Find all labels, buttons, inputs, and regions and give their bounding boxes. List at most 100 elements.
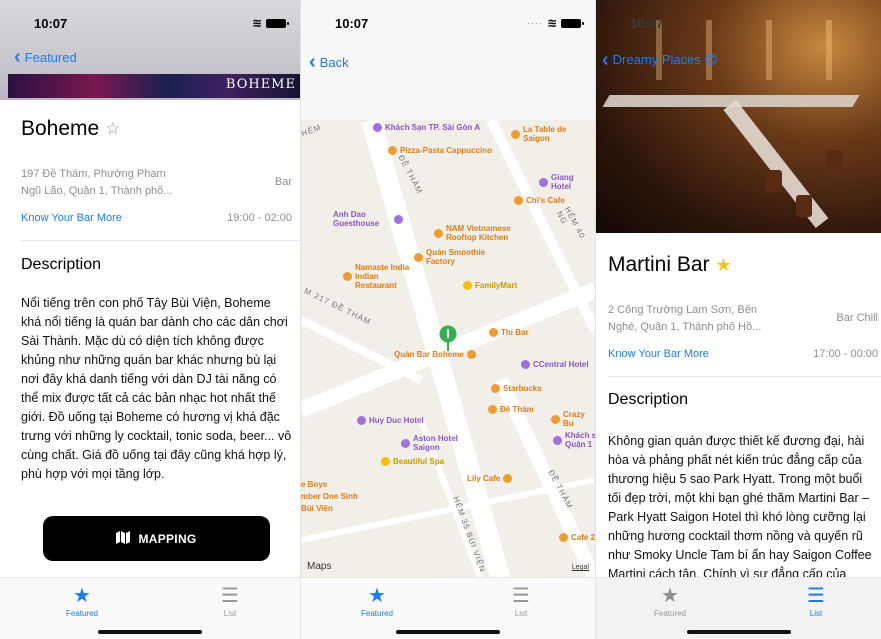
favorite-star-icon[interactable]: ☆ [105, 119, 120, 139]
favorite-star-icon[interactable]: ★ [716, 255, 732, 276]
divider [608, 376, 881, 377]
tab-featured-label: Featured [653, 609, 687, 618]
poi-smoothie[interactable]: Quán Smoothie Factory [414, 248, 504, 266]
poi-de-tham[interactable]: Đề Thám [488, 405, 534, 414]
poi-label: Đề Thám [500, 405, 534, 414]
poi-label: Crazy Bu [563, 410, 585, 428]
poi-cafe-2[interactable]: Cafe 2 [559, 533, 595, 542]
poi-khach-s-q1[interactable]: Khách s Quận 1 [553, 431, 595, 449]
poi-crazy-bu[interactable]: Crazy Bu [551, 410, 595, 428]
address-line-1: 2 Công Trường Lam Sơn, Bến [608, 304, 757, 316]
tab-featured-label: Featured [360, 609, 394, 618]
poi-label: Lily Cafe [467, 474, 501, 483]
poi-label: Namaste India Indian Restaurant [355, 263, 410, 290]
tab-list-label: List [514, 609, 528, 618]
restaurant-icon [488, 405, 497, 414]
cafe-icon [559, 533, 568, 542]
legal-link[interactable]: Legal [572, 564, 589, 571]
poi-label: Pizza-Pasta Cappuccino [400, 146, 493, 155]
description-heading: Description [608, 391, 689, 408]
restaurant-icon [511, 129, 520, 139]
poi-label: Anh Dao Guesthouse [333, 210, 380, 228]
title-row: Martini Bar ★ [608, 253, 732, 277]
poi-beautiful-spa[interactable]: Beautiful Spa [381, 457, 444, 466]
poi-thi-bar[interactable]: Thi Bar [489, 328, 529, 337]
status-time: 10:07 [630, 16, 664, 31]
status-bar: 10:07 [596, 0, 881, 44]
restaurant-icon [414, 252, 423, 262]
photo-detail [766, 170, 782, 192]
tab-list-label: List [809, 609, 823, 618]
map-view[interactable]: Khách Sạn TP. Sài Gòn A Pizza-Pasta Capp… [301, 120, 595, 580]
tab-featured[interactable]: ★ Featured [630, 584, 710, 618]
poi-label: Chi's Cafe [526, 196, 565, 205]
mapping-label: MAPPING [138, 531, 197, 546]
poi-quan-bar-boheme[interactable]: Quán Bar Boheme [394, 350, 476, 359]
poi-anh-dao[interactable]: Anh Dao Guesthouse [333, 210, 403, 228]
status-icons: ≋ [252, 16, 289, 30]
poi-label: NAM Vietnamese Rooftop Kitchen [446, 224, 511, 242]
poi-label: FamilyMart [475, 281, 518, 290]
poi-khach-san[interactable]: Khách Sạn TP. Sài Gòn A [373, 123, 480, 132]
poi-huy-duc[interactable]: Huy Duc Hotel [357, 416, 424, 425]
bar-icon [466, 350, 476, 359]
poi-la-table[interactable]: La Table de Saigon [511, 125, 595, 143]
know-more-link[interactable]: Know Your Bar More [608, 348, 709, 360]
know-more-link[interactable]: Know Your Bar More [21, 212, 122, 224]
poi-starbucks[interactable]: Starbucks [491, 384, 542, 393]
venue-category: Bar Chill [836, 312, 878, 324]
wifi-icon: ≋ [546, 16, 557, 30]
back-button[interactable]: ‹ Back [309, 52, 349, 72]
poi-label: Bùi Viện [301, 504, 333, 513]
martini-bar-detail-screen: 10:07 ‹ Dreamy Places 😊 Martini Bar ★ 2 … [596, 0, 881, 639]
venue-title: Boheme [21, 117, 100, 140]
venue-address: 197 Đề Thám, Phường Phạm Ngũ Lão, Quận 1… [21, 166, 201, 200]
cafe-icon [514, 196, 523, 205]
chevron-left-icon: ‹ [14, 46, 21, 68]
back-button[interactable]: ‹ Dreamy Places 😊 [602, 50, 718, 70]
signal-icon: ···· [526, 18, 543, 28]
restaurant-icon [388, 146, 397, 155]
poi-nam[interactable]: NAM Vietnamese Rooftop Kitchen [434, 224, 534, 242]
tab-list[interactable]: ☰ List [190, 584, 270, 618]
mapping-button[interactable]: MAPPING [43, 516, 270, 561]
tab-list[interactable]: ☰ List [481, 584, 561, 618]
tab-featured[interactable]: ★ Featured [42, 584, 122, 618]
tab-featured[interactable]: ★ Featured [337, 584, 417, 618]
poi-label: La Table de Saigon [523, 125, 567, 143]
poi-aston[interactable]: Aston Hotel Saigon [401, 434, 471, 452]
maps-logo: Maps [307, 561, 331, 572]
poi-label: Aston Hotel Saigon [413, 434, 458, 452]
address-line-2: Nghé, Quận 1, Thành phố Hồ... [608, 321, 762, 333]
battery-icon [561, 18, 584, 28]
poi-ccentral[interactable]: CCentral Hotel [521, 360, 589, 369]
poi-lily-cafe[interactable]: Lily Cafe [467, 474, 513, 483]
opening-hours: 17:00 - 00:00 [813, 348, 878, 360]
shop-icon [463, 281, 472, 290]
back-button[interactable]: ‹ Featured [14, 47, 77, 67]
status-time: 10:07 [335, 16, 369, 31]
description-heading: Description [21, 256, 102, 273]
list-icon: ☰ [221, 585, 239, 607]
bar-icon [551, 414, 560, 424]
poi-bui-vien[interactable]: Bùi Viện [301, 504, 333, 513]
back-label: Featured [24, 49, 77, 65]
poi-giang-hotel[interactable]: Giang Hotel [539, 173, 595, 191]
poi-chis-cafe[interactable]: Chi's Cafe [514, 196, 565, 205]
poi-mber-one[interactable]: mber One Sinh [301, 492, 358, 501]
poi-label: Starbucks [503, 384, 542, 393]
poi-familymart[interactable]: FamilyMart [463, 281, 517, 290]
poi-namaste[interactable]: Namaste India Indian Restaurant [343, 263, 417, 290]
location-pin-icon[interactable] [439, 325, 457, 356]
chevron-left-icon: ‹ [309, 51, 316, 73]
poi-e-boys[interactable]: e Boys [301, 480, 327, 489]
hotel-icon [521, 360, 530, 369]
map-icon [116, 530, 131, 547]
tab-list[interactable]: ☰ List [776, 584, 856, 618]
star-icon: ★ [73, 585, 91, 607]
maps-logo-text: Maps [307, 561, 332, 572]
poi-label: Giang Hotel [551, 173, 574, 191]
bar-icon [489, 328, 498, 337]
cafe-icon [503, 474, 513, 483]
hotel-icon [539, 177, 548, 187]
